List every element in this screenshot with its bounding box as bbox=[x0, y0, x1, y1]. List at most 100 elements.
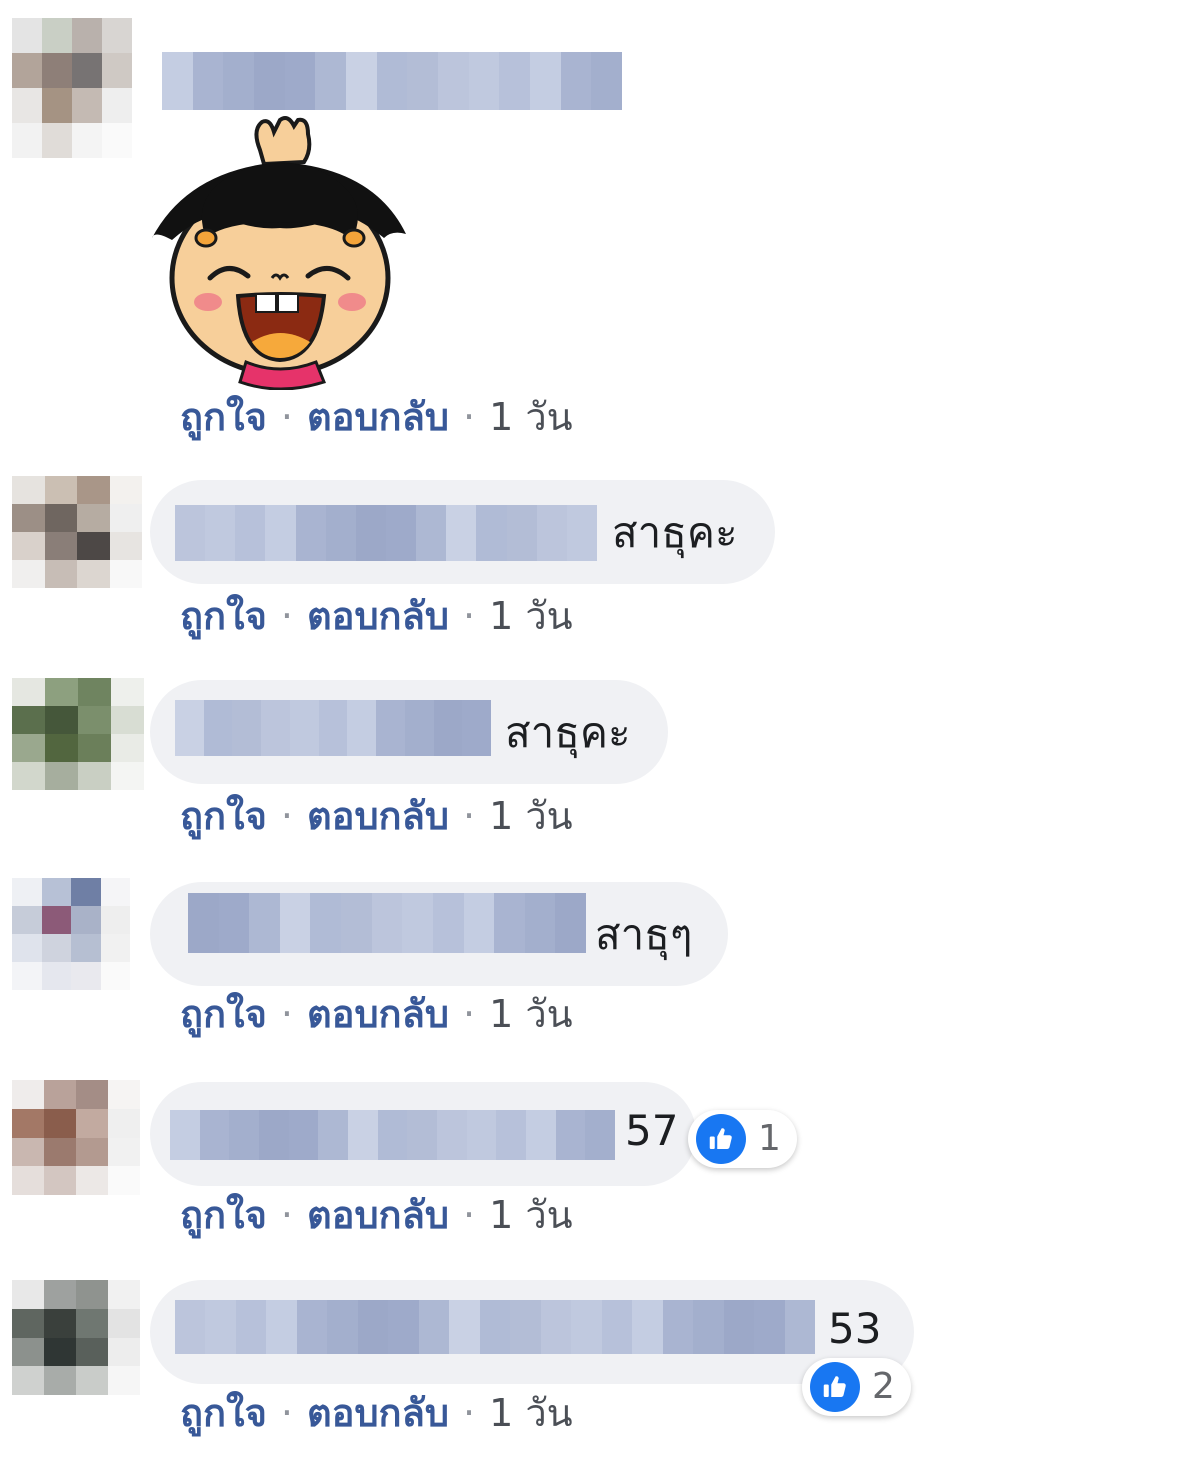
name-pixel bbox=[318, 1110, 348, 1160]
reaction-badge[interactable]: 2 bbox=[802, 1358, 911, 1416]
reaction-badge[interactable]: 1 bbox=[688, 1110, 797, 1168]
avatar-pixel bbox=[76, 1366, 108, 1395]
reply-link[interactable]: ตอบกลับ bbox=[307, 395, 449, 439]
commenter-name-blurred[interactable] bbox=[175, 1300, 815, 1354]
timestamp[interactable]: 1 วัน bbox=[489, 594, 573, 638]
name-pixel bbox=[536, 505, 567, 561]
name-pixel bbox=[218, 893, 250, 953]
name-pixel bbox=[499, 52, 530, 110]
avatar[interactable] bbox=[12, 476, 142, 588]
reaction-count: 1 bbox=[758, 1118, 781, 1159]
avatar-pixel bbox=[108, 1280, 140, 1309]
avatar-pixel bbox=[12, 53, 42, 88]
avatar-pixel bbox=[41, 934, 71, 962]
avatar-pixel bbox=[44, 560, 77, 588]
avatar-pixel bbox=[12, 678, 45, 706]
separator-dot: · bbox=[462, 395, 476, 439]
comment-text: สาธุคะ bbox=[505, 708, 631, 757]
name-pixel bbox=[385, 505, 417, 561]
name-pixel bbox=[555, 1110, 586, 1160]
avatar-pixel bbox=[45, 678, 78, 706]
reply-link[interactable]: ตอบกลับ bbox=[307, 794, 449, 838]
commenter-name-blurred[interactable] bbox=[188, 893, 586, 953]
avatar-pixel bbox=[109, 532, 142, 560]
like-link[interactable]: ถูกใจ bbox=[180, 992, 267, 1036]
name-pixel bbox=[223, 52, 254, 110]
avatar-pixel bbox=[41, 962, 71, 990]
avatar-pixel bbox=[12, 962, 42, 990]
avatar-pixel bbox=[76, 1108, 108, 1138]
separator-dot: · bbox=[280, 1193, 293, 1237]
name-pixel bbox=[261, 700, 290, 756]
name-pixel bbox=[229, 1110, 259, 1160]
avatar-pixel bbox=[100, 878, 130, 906]
timestamp[interactable]: 1 วัน bbox=[489, 1391, 573, 1435]
avatar-pixel bbox=[12, 878, 42, 906]
timestamp[interactable]: 1 วัน bbox=[489, 992, 573, 1036]
avatar[interactable] bbox=[12, 678, 144, 790]
separator-dot: · bbox=[462, 794, 476, 838]
name-pixel bbox=[436, 1110, 467, 1160]
commenter-name-blurred[interactable] bbox=[175, 700, 491, 756]
avatar-pixel bbox=[44, 1166, 76, 1195]
reply-link[interactable]: ตอบกลับ bbox=[307, 1391, 449, 1435]
avatar-pixel bbox=[108, 1308, 140, 1338]
avatar-pixel bbox=[44, 1108, 76, 1138]
avatar-pixel bbox=[71, 962, 101, 990]
name-pixel bbox=[601, 1300, 633, 1354]
comment-text: 53 bbox=[828, 1304, 882, 1353]
avatar-pixel bbox=[12, 1137, 44, 1167]
commenter-name-blurred[interactable] bbox=[170, 1110, 615, 1160]
avatar-pixel bbox=[109, 476, 142, 504]
avatar-pixel bbox=[12, 88, 42, 123]
name-pixel bbox=[632, 1300, 663, 1354]
separator-dot: · bbox=[462, 992, 476, 1036]
name-pixel bbox=[468, 52, 500, 110]
avatar-pixel bbox=[12, 706, 45, 734]
avatar-pixel bbox=[12, 1366, 44, 1395]
name-pixel bbox=[203, 700, 233, 756]
timestamp[interactable]: 1 วัน bbox=[489, 1193, 573, 1237]
avatar-pixel bbox=[71, 878, 101, 906]
name-pixel bbox=[288, 1110, 319, 1160]
avatar-pixel bbox=[71, 906, 101, 934]
avatar-pixel bbox=[12, 123, 42, 158]
like-link[interactable]: ถูกใจ bbox=[180, 395, 267, 439]
separator-dot: · bbox=[462, 1193, 476, 1237]
commenter-name-blurred[interactable] bbox=[175, 505, 597, 561]
like-link[interactable]: ถูกใจ bbox=[180, 1391, 267, 1435]
separator-dot: · bbox=[280, 794, 293, 838]
name-pixel bbox=[404, 700, 434, 756]
avatar-pixel bbox=[109, 560, 142, 588]
name-pixel bbox=[347, 1110, 378, 1160]
avatar[interactable] bbox=[12, 878, 130, 990]
separator-dot: · bbox=[280, 594, 293, 638]
name-pixel bbox=[784, 1300, 815, 1354]
avatar-pixel bbox=[108, 1337, 140, 1367]
reply-link[interactable]: ตอบกลับ bbox=[307, 594, 449, 638]
avatar[interactable] bbox=[12, 1080, 140, 1195]
like-icon bbox=[696, 1114, 746, 1164]
like-link[interactable]: ถูกใจ bbox=[180, 1193, 267, 1237]
name-pixel bbox=[170, 1110, 200, 1160]
avatar[interactable] bbox=[12, 18, 132, 158]
avatar-pixel bbox=[108, 1108, 140, 1138]
avatar-pixel bbox=[44, 1080, 76, 1109]
reply-link[interactable]: ตอบกลับ bbox=[307, 992, 449, 1036]
avatar-pixel bbox=[12, 1280, 44, 1309]
timestamp[interactable]: 1 วัน bbox=[489, 395, 573, 439]
separator-dot: · bbox=[280, 395, 293, 439]
avatar[interactable] bbox=[12, 1280, 140, 1395]
name-pixel bbox=[325, 505, 356, 561]
avatar-pixel bbox=[42, 53, 72, 88]
name-pixel bbox=[566, 505, 597, 561]
reply-link[interactable]: ตอบกลับ bbox=[307, 1193, 449, 1237]
commenter-name-blurred[interactable] bbox=[162, 52, 622, 110]
avatar-pixel bbox=[41, 878, 71, 906]
like-link[interactable]: ถูกใจ bbox=[180, 794, 267, 838]
like-link[interactable]: ถูกใจ bbox=[180, 594, 267, 638]
name-pixel bbox=[723, 1300, 755, 1354]
timestamp[interactable]: 1 วัน bbox=[489, 794, 573, 838]
name-pixel bbox=[188, 893, 219, 953]
separator-dot: · bbox=[462, 1391, 476, 1435]
